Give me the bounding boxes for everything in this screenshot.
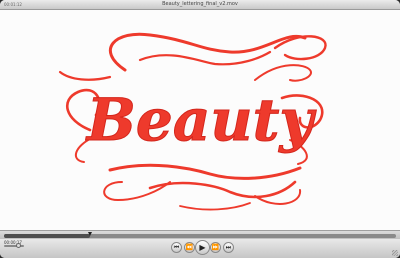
skip-back-button[interactable]: ⏮ xyxy=(171,242,182,253)
window-title: Beauty_lettering_final_v2.mov xyxy=(162,1,238,7)
playhead-marker[interactable] xyxy=(88,232,93,236)
scrub-progress xyxy=(4,234,91,238)
beauty-lettering-artwork: Beauty xyxy=(58,32,327,211)
play-icon: ▶ xyxy=(199,243,206,252)
title-bar[interactable]: 00:01:12 Beauty_lettering_final_v2.mov xyxy=(0,0,400,10)
play-button[interactable]: ▶ xyxy=(195,240,210,255)
fast-forward-button[interactable]: ⏩ xyxy=(210,242,221,253)
player-window: 00:01:12 Beauty_lettering_final_v2.mov B… xyxy=(0,0,400,258)
video-frame[interactable]: Beauty xyxy=(0,10,400,230)
volume-knob[interactable] xyxy=(15,243,21,248)
fast-forward-icon: ⏩ xyxy=(211,244,220,251)
scrub-track[interactable] xyxy=(4,232,396,238)
skip-back-icon: ⏮ xyxy=(173,244,180,251)
volume-slider[interactable] xyxy=(4,243,24,248)
beauty-word: Beauty xyxy=(85,86,317,154)
rewind-icon: ⏪ xyxy=(185,244,194,251)
resize-grip[interactable] xyxy=(392,250,398,256)
rewind-button[interactable]: ⏪ xyxy=(184,242,195,253)
skip-forward-icon: ⏭ xyxy=(225,244,232,251)
transport-controls: 00:00:17 ⏮ ⏪ ▶ ⏩ ⏭ xyxy=(0,239,400,258)
skip-forward-button[interactable]: ⏭ xyxy=(223,242,234,253)
